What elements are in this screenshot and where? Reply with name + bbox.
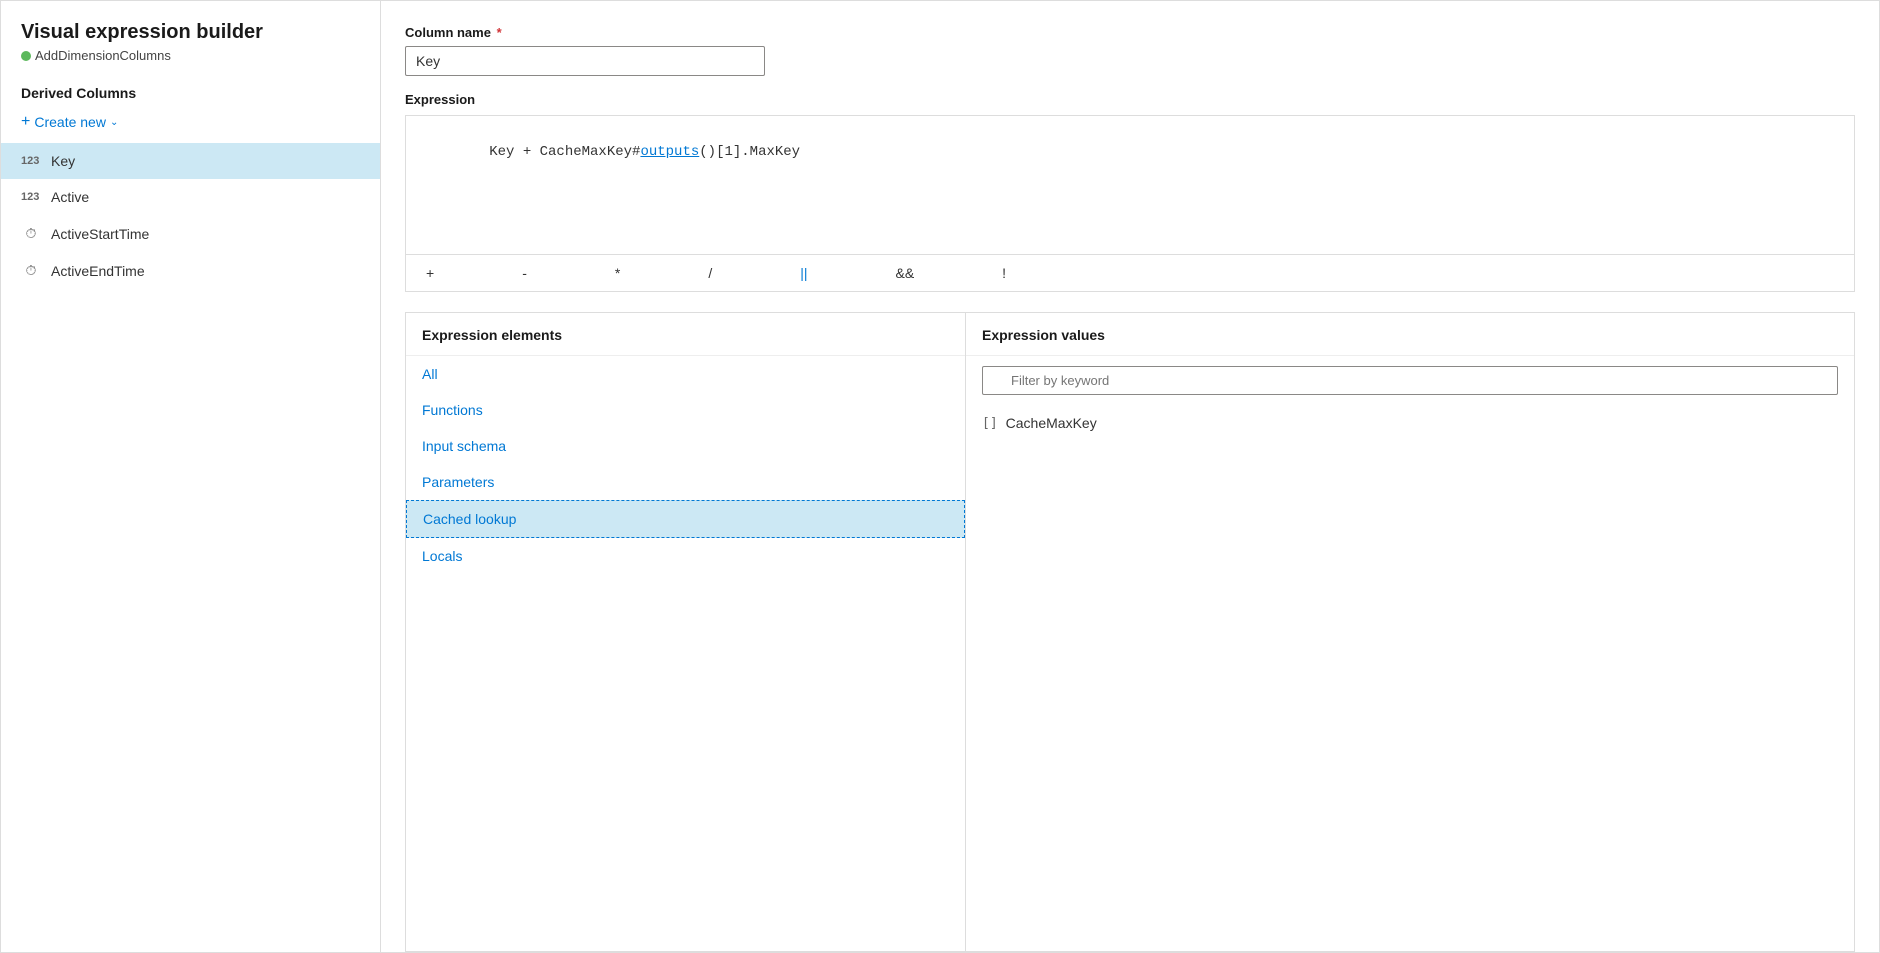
bottom-panels: Expression elements AllFunctionsInput sc… xyxy=(405,312,1855,952)
sidebar-item-label: Key xyxy=(51,153,75,169)
app-subtitle: AddDimensionColumns xyxy=(21,48,360,63)
clock-icon: ⏱ xyxy=(21,262,41,279)
operator-bar: + - * / || &&! xyxy=(405,255,1855,292)
value-items-list: [] CacheMaxKey xyxy=(966,405,1854,441)
expression-suffix: ()[1].MaxKey xyxy=(699,144,800,160)
create-new-label: Create new xyxy=(34,114,106,130)
number-icon: 123 xyxy=(21,191,41,203)
status-dot-icon xyxy=(21,51,31,61)
operator-__-button[interactable]: || xyxy=(796,263,811,283)
operator-_-button[interactable]: - xyxy=(518,263,531,283)
expression-label: Expression xyxy=(405,92,1855,107)
sidebar-item-activeStartTime[interactable]: ⏱ ActiveStartTime xyxy=(1,215,380,252)
sidebar-item-label: Active xyxy=(51,189,89,205)
expression-elements-panel: Expression elements AllFunctionsInput sc… xyxy=(406,313,966,951)
element-item-input-schema[interactable]: Input schema xyxy=(406,428,965,464)
expression-section: Expression Key + CacheMaxKey#outputs()[1… xyxy=(405,92,1855,292)
operator-_-button[interactable]: ! xyxy=(998,263,1010,283)
element-item-functions[interactable]: Functions xyxy=(406,392,965,428)
activity-name: AddDimensionColumns xyxy=(35,48,171,63)
expression-elements-title: Expression elements xyxy=(406,313,965,356)
expression-link[interactable]: outputs xyxy=(640,144,699,160)
required-indicator: * xyxy=(493,25,502,40)
app-title-section: Visual expression builder AddDimensionCo… xyxy=(1,21,380,63)
expression-editor[interactable]: Key + CacheMaxKey#outputs()[1].MaxKey xyxy=(405,115,1855,255)
value-item-label: CacheMaxKey xyxy=(1006,415,1097,431)
element-item-parameters[interactable]: Parameters xyxy=(406,464,965,500)
app-title: Visual expression builder xyxy=(21,21,360,44)
operator-_-button[interactable]: / xyxy=(704,263,716,283)
filter-input[interactable] xyxy=(982,366,1838,395)
element-item-all[interactable]: All xyxy=(406,356,965,392)
derived-columns-heading: Derived Columns xyxy=(1,69,380,109)
element-item-cached-lookup[interactable]: Cached lookup xyxy=(406,500,965,538)
operator-__-button[interactable]: && xyxy=(891,263,918,283)
operator-_-button[interactable]: * xyxy=(611,263,624,283)
sidebar: Visual expression builder AddDimensionCo… xyxy=(1,1,381,952)
operator-_-button[interactable]: + xyxy=(422,263,438,283)
expression-values-title: Expression values xyxy=(966,313,1854,356)
sidebar-item-label: ActiveEndTime xyxy=(51,263,145,279)
value-item-cachemaxkey[interactable]: [] CacheMaxKey xyxy=(966,405,1854,441)
sidebar-item-label: ActiveStartTime xyxy=(51,226,149,242)
number-icon: 123 xyxy=(21,155,41,167)
element-items-list: AllFunctionsInput schemaParametersCached… xyxy=(406,356,965,574)
column-name-label: Column name * xyxy=(405,25,1855,40)
element-item-locals[interactable]: Locals xyxy=(406,538,965,574)
plus-icon: + xyxy=(21,113,30,131)
expression-prefix: Key + CacheMaxKey# xyxy=(489,144,640,160)
main-content: Column name * Expression Key + CacheMaxK… xyxy=(381,1,1879,952)
sidebar-item-key[interactable]: 123 Key xyxy=(1,143,380,179)
sidebar-item-activeEndTime[interactable]: ⏱ ActiveEndTime xyxy=(1,252,380,289)
sidebar-item-active[interactable]: 123 Active xyxy=(1,179,380,215)
create-new-button[interactable]: + Create new ⌄ xyxy=(1,109,380,143)
value-type-icon: [] xyxy=(982,416,998,431)
filter-wrapper: 🔍 xyxy=(966,356,1854,405)
column-name-input[interactable] xyxy=(405,46,765,76)
expression-values-panel: Expression values 🔍 [] CacheMaxKey xyxy=(966,313,1854,951)
sidebar-items-list: 123 Key 123 Active ⏱ ActiveStartTime ⏱ ActiveEn… xyxy=(1,143,380,289)
chevron-down-icon: ⌄ xyxy=(110,117,118,128)
clock-icon: ⏱ xyxy=(21,225,41,242)
column-name-section: Column name * xyxy=(405,25,1855,76)
